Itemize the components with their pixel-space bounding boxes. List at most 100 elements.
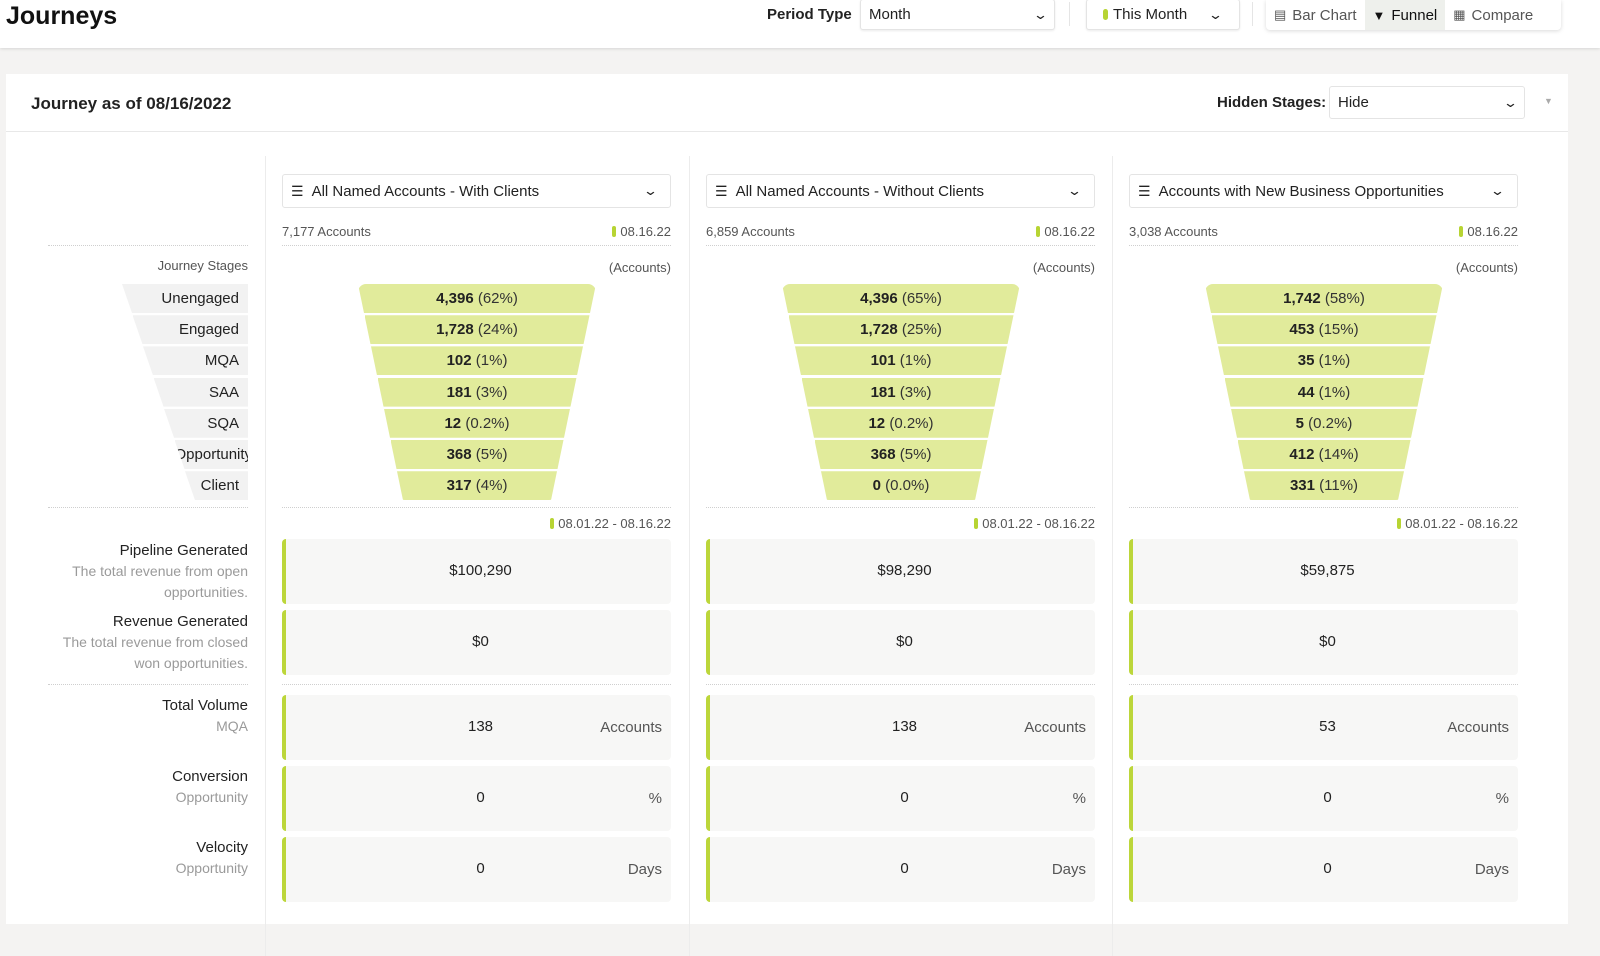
date-range-select[interactable]: This Month ⌄ bbox=[1086, 0, 1240, 30]
status-dot-icon bbox=[1459, 226, 1464, 237]
collapse-caret-icon[interactable]: ▼ bbox=[1544, 96, 1553, 106]
metric-card: 53 Accounts bbox=[1129, 695, 1518, 760]
funnel-icon: ▼ bbox=[1372, 7, 1386, 23]
view-compare-button[interactable]: ▦ Compare bbox=[1445, 0, 1541, 30]
stage-percent: (62%) bbox=[477, 290, 518, 307]
date-range-value: 08.01.22 - 08.16.22 bbox=[1405, 516, 1518, 531]
as-of-value: 08.16.22 bbox=[1044, 224, 1095, 239]
funnel-stage-sqa[interactable]: 5 (0.2%) bbox=[1231, 409, 1417, 438]
stage-percent: (3%) bbox=[899, 383, 932, 401]
period-type-select[interactable]: Month ⌄ bbox=[860, 0, 1055, 30]
chevron-down-icon: ⌄ bbox=[1489, 183, 1506, 198]
column-divider bbox=[265, 156, 266, 956]
stage-count: 181 bbox=[870, 383, 896, 401]
metric-unit: Days bbox=[1051, 861, 1086, 878]
divider bbox=[706, 684, 1095, 685]
account-count: 3,038 Accounts bbox=[1129, 224, 1218, 239]
stage-count: 368 bbox=[446, 446, 472, 463]
metric-card: 0 Days bbox=[1129, 837, 1518, 902]
stage-count: 1,728 bbox=[436, 321, 474, 339]
funnel-stage-mqa[interactable]: 101 (1%) bbox=[795, 346, 1007, 375]
segment-name: All Named Accounts - Without Clients bbox=[735, 182, 984, 200]
stage-count: 44 bbox=[1297, 383, 1315, 401]
funnel-stage-opportunity[interactable]: 412 (14%) bbox=[1238, 440, 1411, 469]
metric-card: 0 % bbox=[706, 766, 1095, 831]
as-of-date: 08.16.22 bbox=[1459, 224, 1518, 239]
funnel-stage-client[interactable]: 331 (11%) bbox=[1244, 471, 1404, 500]
chevron-down-icon: ⌄ bbox=[642, 183, 659, 198]
date-range-value: This Month bbox=[1113, 6, 1188, 23]
stage-count: 12 bbox=[444, 414, 462, 432]
metric-card: 138 Accounts bbox=[282, 695, 671, 760]
funnel-stage-mqa[interactable]: 35 (1%) bbox=[1218, 346, 1430, 375]
segment-column: ☰ All Named Accounts - With Clients ⌄ 7,1… bbox=[282, 74, 671, 924]
funnel-stage-saa[interactable]: 181 (3%) bbox=[378, 378, 577, 407]
date-range: 08.01.22 - 08.16.22 bbox=[974, 516, 1095, 531]
metric-title: Pipeline Generated bbox=[119, 542, 248, 559]
metric-title: Conversion bbox=[172, 768, 248, 785]
metric-value: 0 bbox=[476, 860, 485, 877]
as-of-date: 08.16.22 bbox=[1036, 224, 1095, 239]
as-of-value: 08.16.22 bbox=[620, 224, 671, 239]
stage-percent: (11%) bbox=[1319, 477, 1359, 495]
metric-subtitle: won opportunities. bbox=[134, 655, 248, 671]
segment-select[interactable]: ☰ All Named Accounts - Without Clients ⌄ bbox=[706, 174, 1095, 208]
metric-title: Total Volume bbox=[162, 697, 248, 714]
stage-count: 101 bbox=[870, 352, 896, 370]
unit-label: (Accounts) bbox=[1032, 260, 1095, 275]
funnel-stage-mqa[interactable]: 102 (1%) bbox=[371, 346, 583, 375]
period-type-label: Period Type bbox=[767, 6, 852, 23]
metric-card: 138 Accounts bbox=[706, 695, 1095, 760]
view-funnel-button[interactable]: ▼ Funnel bbox=[1364, 0, 1446, 30]
stage-label-client: Client bbox=[185, 471, 248, 501]
as-of-value: 08.16.22 bbox=[1467, 224, 1518, 239]
funnel-stage-sqa[interactable]: 12 (0.2%) bbox=[808, 409, 994, 438]
metric-value: 0 bbox=[900, 860, 909, 877]
segment-select[interactable]: ☰ All Named Accounts - With Clients ⌄ bbox=[282, 174, 671, 208]
metric-unit: Days bbox=[627, 861, 662, 878]
divider bbox=[1129, 684, 1518, 685]
stage-percent: (24%) bbox=[477, 321, 518, 339]
funnel-stage-saa[interactable]: 44 (1%) bbox=[1225, 378, 1424, 407]
metric-card: $0 bbox=[706, 610, 1095, 675]
segment-name: All Named Accounts - With Clients bbox=[311, 182, 540, 200]
metric-value: $98,290 bbox=[877, 562, 932, 579]
list-icon: ☰ bbox=[715, 182, 728, 199]
divider bbox=[48, 684, 248, 685]
divider bbox=[48, 507, 248, 508]
date-range: 08.01.22 - 08.16.22 bbox=[550, 516, 671, 531]
metric-unit: % bbox=[648, 790, 662, 807]
metric-title: Velocity bbox=[196, 839, 248, 856]
metric-label: Velocity Opportunity bbox=[6, 837, 248, 879]
stage-count: 1,728 bbox=[860, 321, 898, 339]
divider bbox=[1129, 507, 1518, 508]
status-dot-icon bbox=[1397, 518, 1402, 529]
metric-value: $0 bbox=[1319, 633, 1336, 650]
funnel-stage-client[interactable]: 317 (4%) bbox=[397, 471, 557, 500]
divider bbox=[48, 245, 248, 246]
funnel-stage-opportunity[interactable]: 368 (5%) bbox=[391, 440, 564, 469]
segment-column: ☰ All Named Accounts - Without Clients ⌄… bbox=[706, 74, 1095, 924]
view-bar-chart-button[interactable]: ▤ Bar Chart bbox=[1266, 0, 1365, 30]
funnel-stage-unengaged[interactable]: 4,396 (65%) bbox=[782, 284, 1020, 313]
column-divider bbox=[1112, 156, 1113, 956]
stage-percent: (1%) bbox=[475, 352, 508, 370]
stage-percent: (1%) bbox=[899, 352, 932, 370]
period-type-value: Month bbox=[869, 6, 911, 23]
funnel-stage-engaged[interactable]: 1,728 (25%) bbox=[789, 315, 1014, 344]
funnel-stage-opportunity[interactable]: 368 (5%) bbox=[815, 440, 988, 469]
unit-label: (Accounts) bbox=[1455, 260, 1518, 275]
stage-count: 12 bbox=[868, 414, 886, 432]
funnel-stage-unengaged[interactable]: 1,742 (58%) bbox=[1205, 284, 1443, 313]
metric-card: 0 % bbox=[1129, 766, 1518, 831]
funnel-stage-saa[interactable]: 181 (3%) bbox=[802, 378, 1001, 407]
funnel-stage-unengaged[interactable]: 4,396 (62%) bbox=[358, 284, 596, 313]
funnel-stage-engaged[interactable]: 453 (15%) bbox=[1212, 315, 1437, 344]
list-icon: ☰ bbox=[1138, 182, 1151, 199]
segment-select[interactable]: ☰ Accounts with New Business Opportuniti… bbox=[1129, 174, 1518, 208]
funnel-stage-client[interactable]: 0 (0.0%) bbox=[821, 471, 981, 500]
funnel-stage-engaged[interactable]: 1,728 (24%) bbox=[365, 315, 590, 344]
stage-percent: (5%) bbox=[899, 446, 932, 463]
funnel-stage-sqa[interactable]: 12 (0.2%) bbox=[384, 409, 570, 438]
status-dot-icon bbox=[550, 518, 555, 529]
